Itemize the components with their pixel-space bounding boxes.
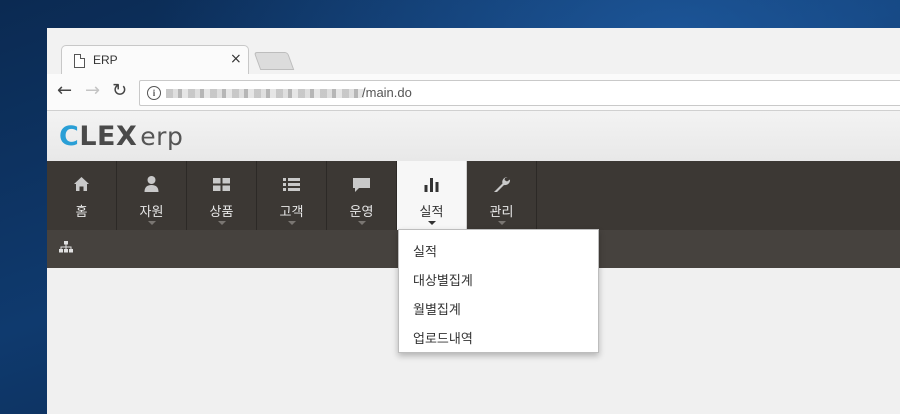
tab-close-icon[interactable]: × — [230, 51, 242, 67]
tab-title: ERP — [93, 53, 118, 67]
logo-suffix: erp — [140, 122, 184, 151]
nav-label: 실적 — [419, 205, 444, 220]
tab-strip: ERP × — [47, 28, 900, 76]
chevron-down-icon — [428, 221, 436, 225]
browser-window: ERP × ← → ↻ i /main.do CLEX erp 홈 자원 상품 … — [47, 28, 900, 414]
forward-arrow-icon[interactable]: → — [85, 80, 100, 102]
performance-dropdown-menu: 실적 대상별집계 월별집계 업로드내역 — [398, 229, 599, 353]
new-tab-button[interactable] — [253, 52, 295, 70]
url-text: /main.do — [362, 85, 412, 100]
logo-letter: C — [59, 121, 80, 152]
grid-icon — [213, 178, 230, 191]
list-icon — [283, 178, 300, 191]
chevron-down-icon — [498, 221, 506, 225]
menu-item-target-summary[interactable]: 대상별집계 — [413, 270, 473, 289]
comment-icon — [353, 178, 370, 192]
app-logo[interactable]: CLEX erp — [59, 121, 183, 152]
bar-chart-icon — [424, 178, 439, 192]
back-arrow-icon[interactable]: ← — [57, 80, 72, 102]
url-redacted — [166, 89, 364, 98]
chevron-down-icon — [148, 221, 156, 225]
menu-item-upload-history[interactable]: 업로드내역 — [413, 328, 473, 347]
nav-label: 고객 — [279, 205, 304, 220]
chevron-down-icon — [218, 221, 226, 225]
nav-item-resources[interactable]: 자원 — [117, 161, 187, 230]
nav-item-products[interactable]: 상품 — [187, 161, 257, 230]
site-info-icon[interactable]: i — [147, 86, 161, 100]
nav-item-operations[interactable]: 운영 — [327, 161, 397, 230]
nav-label: 자원 — [139, 205, 164, 220]
browser-toolbar: ← → ↻ i /main.do — [47, 74, 900, 111]
nav-label: 상품 — [209, 205, 234, 220]
app-header: CLEX erp — [47, 111, 900, 162]
home-icon — [74, 177, 89, 191]
sitemap-icon[interactable] — [59, 241, 73, 253]
menu-item-monthly-summary[interactable]: 월별집계 — [413, 299, 461, 318]
nav-item-customers[interactable]: 고객 — [257, 161, 327, 230]
reload-icon[interactable]: ↻ — [112, 80, 127, 102]
wrench-icon — [494, 176, 511, 192]
nav-item-admin[interactable]: 관리 — [467, 161, 537, 230]
nav-label: 홈 — [75, 205, 88, 220]
main-nav: 홈 자원 상품 고객 운영 실적 관리 — [47, 161, 900, 230]
user-icon — [144, 176, 159, 192]
nav-label: 관리 — [489, 205, 514, 220]
logo-wordmark: LEX — [79, 121, 138, 152]
chevron-down-icon — [288, 221, 296, 225]
menu-item-performance[interactable]: 실적 — [413, 241, 437, 260]
browser-tab[interactable]: ERP × — [61, 45, 249, 76]
page-icon — [74, 54, 85, 68]
nav-item-home[interactable]: 홈 — [47, 161, 117, 230]
nav-label: 운영 — [349, 205, 374, 220]
chevron-down-icon — [358, 221, 366, 225]
address-bar[interactable]: i /main.do — [139, 80, 900, 106]
nav-item-performance[interactable]: 실적 — [397, 161, 467, 230]
